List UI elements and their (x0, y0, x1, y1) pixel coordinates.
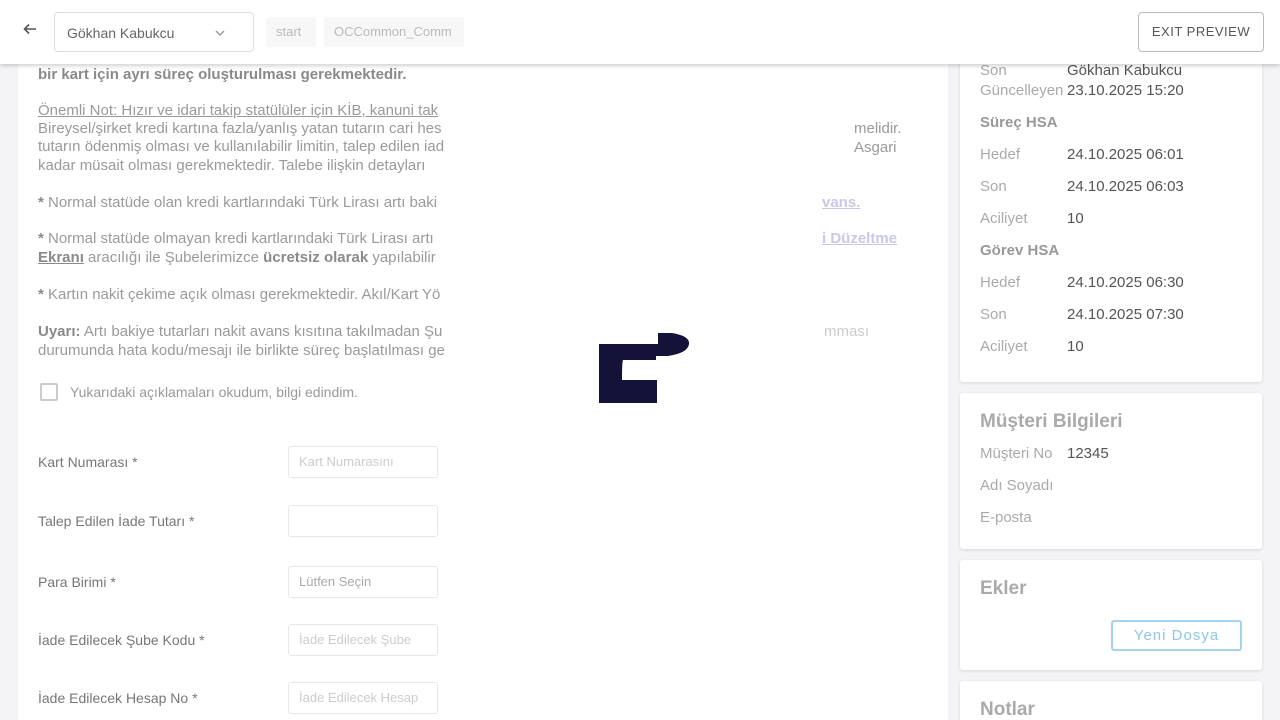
customer-row: Müşteri No 12345 (980, 445, 1250, 465)
task-sla-row: Son 24.10.2025 07:30 (980, 306, 1250, 326)
top-bar: Gökhan Kabukcu start OCCommon_Comm EXIT … (0, 0, 1280, 64)
exit-preview-button[interactable]: EXIT PREVIEW (1138, 12, 1264, 52)
user-select-value: Gökhan Kabukcu (67, 25, 175, 41)
new-file-button[interactable]: Yeni Dosya (1111, 620, 1242, 651)
task-sla-title: Görev HSA (980, 242, 1060, 259)
process-sla-value: 24.10.2025 06:03 (1067, 178, 1184, 195)
refund-amount-row: Talep Edilen İade Tutarı * (38, 505, 918, 537)
start-chip[interactable]: start (266, 17, 316, 47)
task-sla-row: Hedef 24.10.2025 06:30 (980, 274, 1250, 294)
attachments-card: Ekler Yeni Dosya (960, 560, 1262, 670)
process-sla-row: Aciliyet 10 (980, 210, 1250, 230)
customer-key: E-posta (980, 509, 1032, 526)
acknowledge-checkbox[interactable] (40, 383, 58, 401)
customer-info-card: Müşteri Bilgileri Müşteri No 12345 Adı S… (960, 393, 1262, 549)
branch-code-input[interactable]: İade Edilecek Şube (288, 624, 438, 656)
chevron-down-icon (215, 13, 225, 53)
acknowledge-label: Yukarıdaki açıklamaları okudum, bilgi ed… (70, 384, 358, 400)
account-no-row: İade Edilecek Hesap No * İade Edilecek H… (38, 682, 918, 714)
last-updated-key-2: Güncelleyen (980, 82, 1064, 99)
customer-row: Adı Soyadı (980, 477, 1250, 497)
currency-label: Para Birimi * (38, 574, 116, 590)
account-no-label: İade Edilecek Hesap No * (38, 690, 198, 706)
branch-code-row: İade Edilecek Şube Kodu * İade Edilecek … (38, 624, 918, 656)
last-updated-name: Gökhan Kabukcu (1067, 62, 1183, 79)
currency-row: Para Birimi * Lütfen Seçin (38, 566, 918, 598)
branch-code-label: İade Edilecek Şube Kodu * (38, 632, 205, 648)
user-select[interactable]: Gökhan Kabukcu (54, 12, 254, 52)
back-arrow-icon[interactable] (18, 20, 42, 44)
last-updated-date: 23.10.2025 15:20 (1067, 82, 1184, 99)
process-sla-title: Süreç HSA (980, 114, 1058, 131)
task-sla-value: 24.10.2025 07:30 (1067, 306, 1184, 323)
task-sla-key: Hedef (980, 274, 1021, 291)
refund-amount-input[interactable] (288, 505, 438, 537)
customer-key: Müşteri No (980, 445, 1053, 462)
card-number-label: Kart Numarası * (38, 454, 138, 470)
last-updated-row: Son Gökhan Kabukcu (980, 62, 1250, 82)
notes-title: Notlar (980, 699, 1035, 720)
process-sla-row: Hedef 24.10.2025 06:01 (980, 146, 1250, 166)
task-sla-key: Aciliyet (980, 338, 1028, 355)
process-sla-key: Aciliyet (980, 210, 1028, 227)
warning-right: mması (824, 323, 869, 340)
currency-select[interactable]: Lütfen Seçin (288, 566, 438, 598)
task-sla-row: Aciliyet 10 (980, 338, 1250, 358)
task-sla-value: 10 (1067, 338, 1084, 355)
process-sla-row: Son 24.10.2025 06:03 (980, 178, 1250, 198)
customer-value: 12345 (1067, 445, 1109, 462)
attachments-title: Ekler (980, 578, 1027, 599)
info-link[interactable]: vans. (822, 194, 902, 213)
common-chip[interactable]: OCCommon_Comm (324, 17, 464, 47)
last-updated-row-2: Güncelleyen 23.10.2025 15:20 (980, 82, 1250, 102)
info-link[interactable]: i Düzeltme (822, 230, 932, 249)
process-info-card: Son Gökhan Kabukcu Güncelleyen 23.10.202… (960, 40, 1262, 382)
notes-card: Notlar (960, 681, 1262, 720)
process-sla-key: Son (980, 178, 1007, 195)
loading-spinner-icon (598, 332, 690, 404)
task-sla-value: 24.10.2025 06:30 (1067, 274, 1184, 291)
refund-amount-label: Talep Edilen İade Tutarı * (38, 513, 195, 529)
last-updated-key: Son (980, 62, 1007, 79)
process-sla-key: Hedef (980, 146, 1021, 163)
card-number-row: Kart Numarası * Kart Numarasını (38, 446, 918, 478)
customer-key: Adı Soyadı (980, 477, 1054, 494)
main-form-card: bir kart için ayrı süreç oluşturulması g… (18, 64, 948, 720)
card-number-input[interactable]: Kart Numarasını (288, 446, 438, 478)
customer-row: E-posta (980, 509, 1250, 529)
customer-info-title: Müşteri Bilgileri (980, 411, 1123, 432)
process-sla-value: 24.10.2025 06:01 (1067, 146, 1184, 163)
process-sla-value: 10 (1067, 210, 1084, 227)
account-no-input[interactable]: İade Edilecek Hesap (288, 682, 438, 714)
task-sla-key: Son (980, 306, 1007, 323)
